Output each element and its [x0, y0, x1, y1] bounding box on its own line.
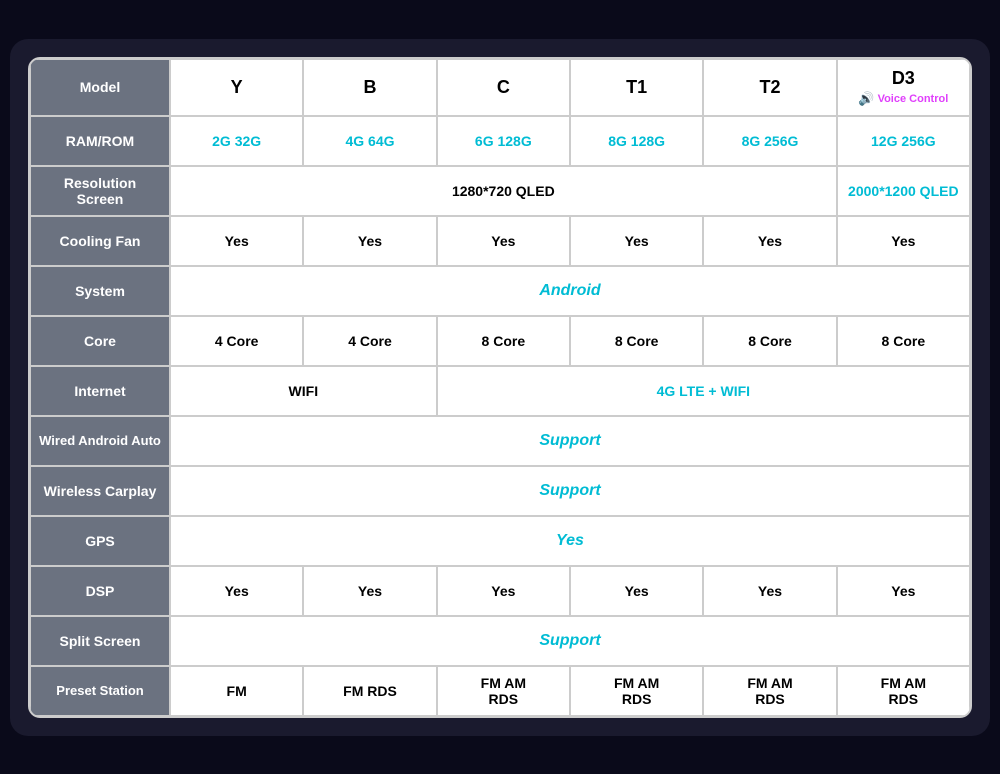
fan-c: Yes [437, 216, 570, 266]
dsp-y: Yes [170, 566, 303, 616]
fan-y: Yes [170, 216, 303, 266]
fan-t1: Yes [570, 216, 703, 266]
wireless-carplay-header: Wireless Carplay [30, 466, 170, 516]
preset-t1: FM AM RDS [570, 666, 703, 716]
dsp-c: Yes [437, 566, 570, 616]
resolution-d3: 2000*1200 QLED [837, 166, 970, 216]
wireless-carplay-value: Support [170, 466, 970, 516]
internet-wifi: WIFI [170, 366, 437, 416]
dsp-t1: Yes [570, 566, 703, 616]
system-value: Android [170, 266, 970, 316]
system-header: System [30, 266, 170, 316]
wired-android-value: Support [170, 416, 970, 466]
core-c: 8 Core [437, 316, 570, 366]
grid: Model Y B C T1 T2 D3 🔊 Voice Control RAM… [30, 59, 970, 716]
voice-icon: 🔊 [858, 91, 874, 107]
split-screen-header: Split Screen [30, 616, 170, 666]
model-y: Y [170, 59, 303, 116]
preset-d3: FM AM RDS [837, 666, 970, 716]
dsp-d3: Yes [837, 566, 970, 616]
outer-container: Model Y B C T1 T2 D3 🔊 Voice Control RAM… [10, 39, 990, 736]
gps-value: Yes [170, 516, 970, 566]
ram-b: 4G 64G [303, 116, 436, 166]
ram-d3: 12G 256G [837, 116, 970, 166]
preset-b: FM RDS [303, 666, 436, 716]
ram-y: 2G 32G [170, 116, 303, 166]
internet-lte: 4G LTE + WIFI [437, 366, 970, 416]
fan-d3: Yes [837, 216, 970, 266]
resolution-standard: 1280*720 QLED [170, 166, 837, 216]
dsp-t2: Yes [703, 566, 836, 616]
resolution-header: Resolution Screen [30, 166, 170, 216]
ram-c: 6G 128G [437, 116, 570, 166]
core-header: Core [30, 316, 170, 366]
preset-t2: FM AM RDS [703, 666, 836, 716]
model-header: Model [30, 59, 170, 116]
wired-android-header: Wired Android Auto [30, 416, 170, 466]
preset-c: FM AM RDS [437, 666, 570, 716]
fan-b: Yes [303, 216, 436, 266]
cooling-fan-header: Cooling Fan [30, 216, 170, 266]
fan-t2: Yes [703, 216, 836, 266]
gps-header: GPS [30, 516, 170, 566]
ram-t1: 8G 128G [570, 116, 703, 166]
model-b: B [303, 59, 436, 116]
dsp-header: DSP [30, 566, 170, 616]
model-d3-label: D3 [892, 68, 915, 89]
model-d3: D3 🔊 Voice Control [837, 59, 970, 116]
core-t2: 8 Core [703, 316, 836, 366]
dsp-b: Yes [303, 566, 436, 616]
comparison-table: Model Y B C T1 T2 D3 🔊 Voice Control RAM… [28, 57, 972, 718]
core-b: 4 Core [303, 316, 436, 366]
internet-header: Internet [30, 366, 170, 416]
core-t1: 8 Core [570, 316, 703, 366]
model-t1: T1 [570, 59, 703, 116]
ram-rom-header: RAM/ROM [30, 116, 170, 166]
model-t2: T2 [703, 59, 836, 116]
ram-t2: 8G 256G [703, 116, 836, 166]
split-screen-value: Support [170, 616, 970, 666]
model-c: C [437, 59, 570, 116]
preset-y: FM [170, 666, 303, 716]
core-d3: 8 Core [837, 316, 970, 366]
core-y: 4 Core [170, 316, 303, 366]
preset-station-header: Preset Station [30, 666, 170, 716]
voice-label: Voice Control [878, 93, 949, 105]
